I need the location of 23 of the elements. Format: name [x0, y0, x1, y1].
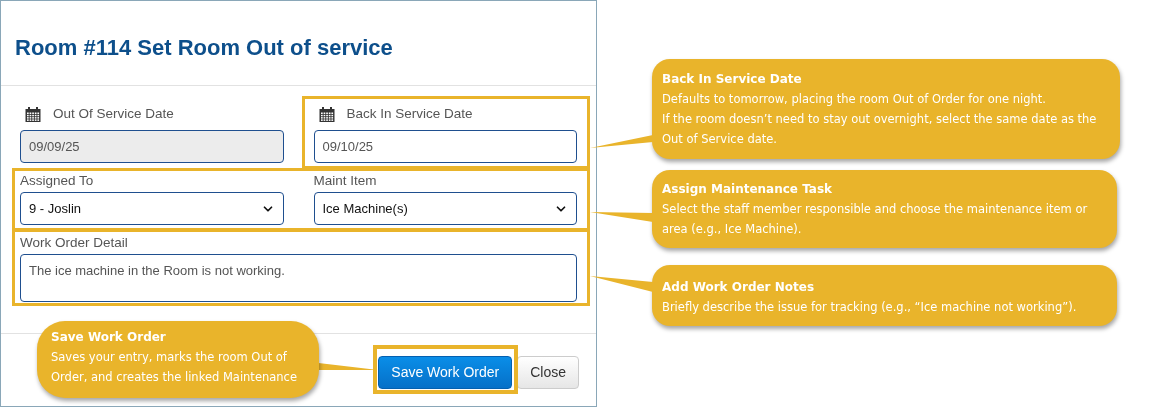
callout-title: Back In Service Date	[662, 71, 803, 88]
save-button[interactable]: Save Work Order	[378, 355, 513, 389]
select-field[interactable]: Ice Machine(s)	[313, 192, 577, 225]
callout-title: Save Work Order	[51, 329, 167, 346]
select-field[interactable]: 9 - Joslin	[20, 192, 284, 225]
calendar-icon	[25, 106, 41, 122]
callout-text: If the room doesn’t need to stay out overnight, select the same date as the Out of Service date.	[662, 111, 1098, 148]
field-label: Maint Item	[313, 172, 377, 191]
callout-title: Add Work Order Notes	[662, 279, 816, 296]
field-label: Assigned To	[20, 172, 94, 191]
field-label: Out Of Service Date	[53, 104, 174, 123]
callout-title: Assign Maintenance Task	[662, 181, 834, 198]
callout-text: Defaults to tomorrow, placing the room Out of Order for one night.	[662, 91, 1047, 108]
date-field[interactable]: 09/10/25	[313, 130, 577, 163]
calendar-icon	[318, 106, 335, 122]
dialog-title: Room #114 Set Room Out of service	[15, 33, 393, 62]
close-button[interactable]: Close	[517, 355, 579, 389]
field-label: Work Order Detail	[20, 234, 128, 253]
callout-text: Select the staff member responsible and choose the maintenance item or area (e.g., Ice Machine).	[662, 201, 1089, 238]
callout-text: Briefly describe the issue for tracking (e.g., “Ice machine not working”).	[662, 299, 1078, 316]
callout-text: Saves your entry, marks the room Out of Order, and creates the linked Maintenance	[51, 349, 298, 386]
field-label: Back In Service Date	[346, 104, 473, 123]
text-area[interactable]: The ice machine in the Room is not working.	[20, 254, 577, 302]
